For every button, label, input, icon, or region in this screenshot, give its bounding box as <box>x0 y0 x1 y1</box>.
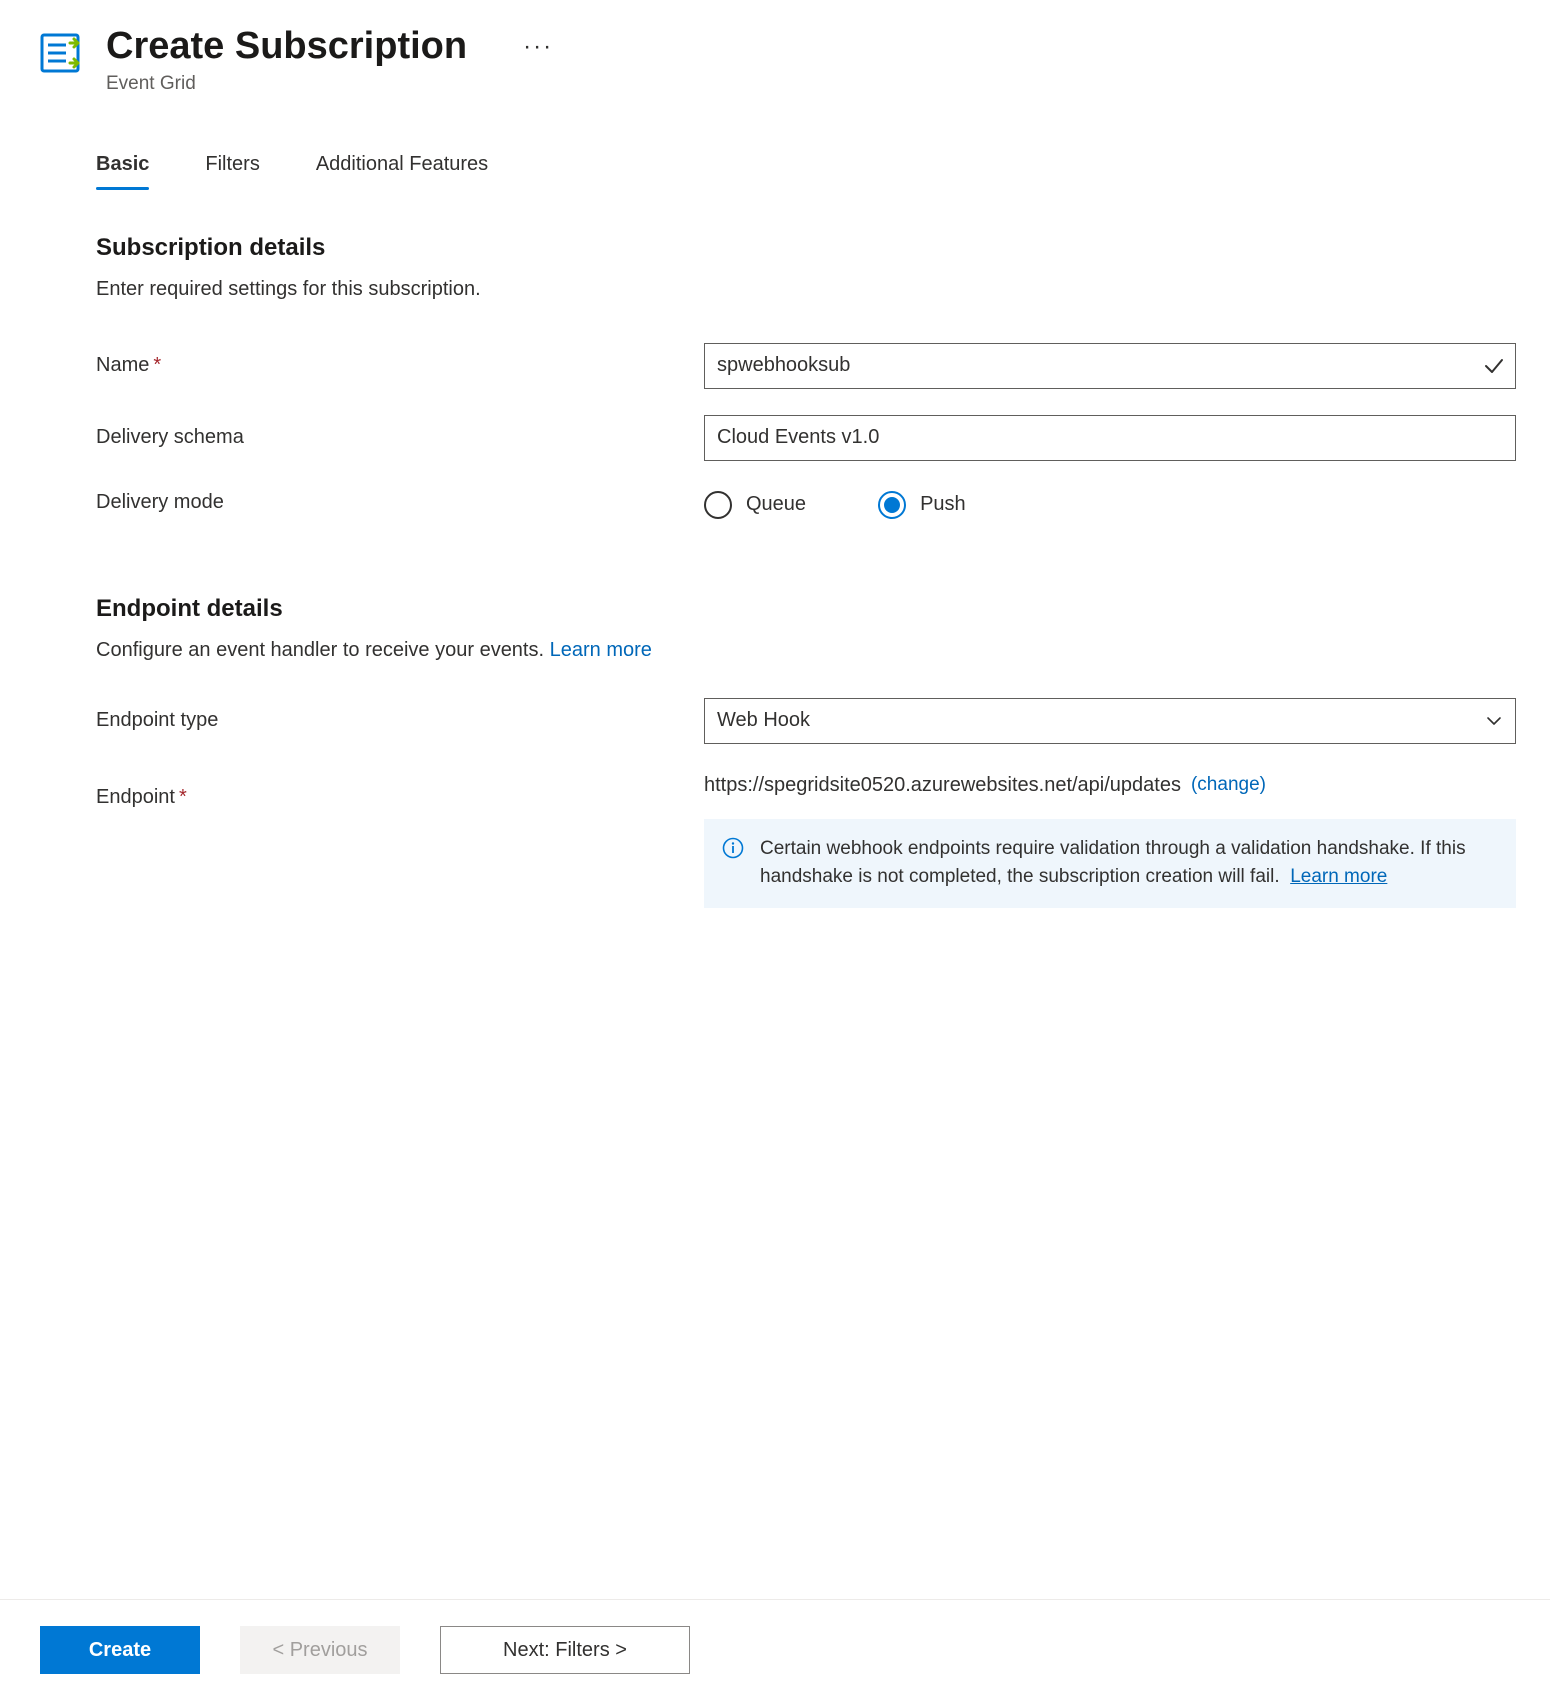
radio-bullet-icon <box>704 491 732 519</box>
subscription-details-heading: Subscription details <box>96 234 1514 262</box>
endpoint-label: Endpoint* <box>96 770 704 809</box>
previous-button: < Previous <box>240 1626 400 1674</box>
endpoint-url-value: https://spegridsite0520.azurewebsites.ne… <box>704 774 1181 797</box>
next-button[interactable]: Next: Filters > <box>440 1626 690 1674</box>
endpoint-change-link[interactable]: (change) <box>1191 774 1266 796</box>
more-actions-button[interactable]: ··· <box>523 25 553 59</box>
endpoint-details-learn-more-link[interactable]: Learn more <box>550 639 652 661</box>
name-label: Name* <box>96 354 704 377</box>
tab-bar: Basic Filters Additional Features <box>96 145 1514 190</box>
delivery-schema-label: Delivery schema <box>96 426 704 449</box>
delivery-mode-label: Delivery mode <box>96 491 704 514</box>
webhook-info-box: Certain webhook endpoints require valida… <box>704 819 1516 908</box>
delivery-mode-queue-label: Queue <box>746 493 806 516</box>
footer-bar: Create < Previous Next: Filters > <box>0 1599 1550 1674</box>
delivery-mode-push-radio[interactable]: Push <box>878 491 966 519</box>
endpoint-type-label: Endpoint type <box>96 709 704 732</box>
tab-additional-features[interactable]: Additional Features <box>316 145 488 190</box>
create-button[interactable]: Create <box>40 1626 200 1674</box>
page-title: Create Subscription <box>106 25 467 69</box>
radio-bullet-selected-icon <box>878 491 906 519</box>
endpoint-details-heading: Endpoint details <box>96 595 1514 623</box>
page-subtitle: Event Grid <box>106 73 467 95</box>
delivery-schema-input[interactable] <box>704 415 1516 461</box>
endpoint-type-select[interactable] <box>704 698 1516 744</box>
name-input[interactable] <box>704 343 1516 389</box>
endpoint-url-row: https://spegridsite0520.azurewebsites.ne… <box>704 774 1516 797</box>
tab-basic[interactable]: Basic <box>96 145 149 190</box>
tab-filters[interactable]: Filters <box>205 145 259 190</box>
subscription-details-description: Enter required settings for this subscri… <box>96 278 1514 301</box>
page-header: Create Subscription Event Grid ··· <box>36 25 1514 95</box>
info-box-learn-more-link[interactable]: Learn more <box>1290 866 1387 887</box>
subscription-icon <box>36 29 84 77</box>
info-icon <box>722 837 744 859</box>
endpoint-details-description: Configure an event handler to receive yo… <box>96 639 1514 662</box>
delivery-mode-push-label: Push <box>920 493 966 516</box>
delivery-mode-queue-radio[interactable]: Queue <box>704 491 806 519</box>
